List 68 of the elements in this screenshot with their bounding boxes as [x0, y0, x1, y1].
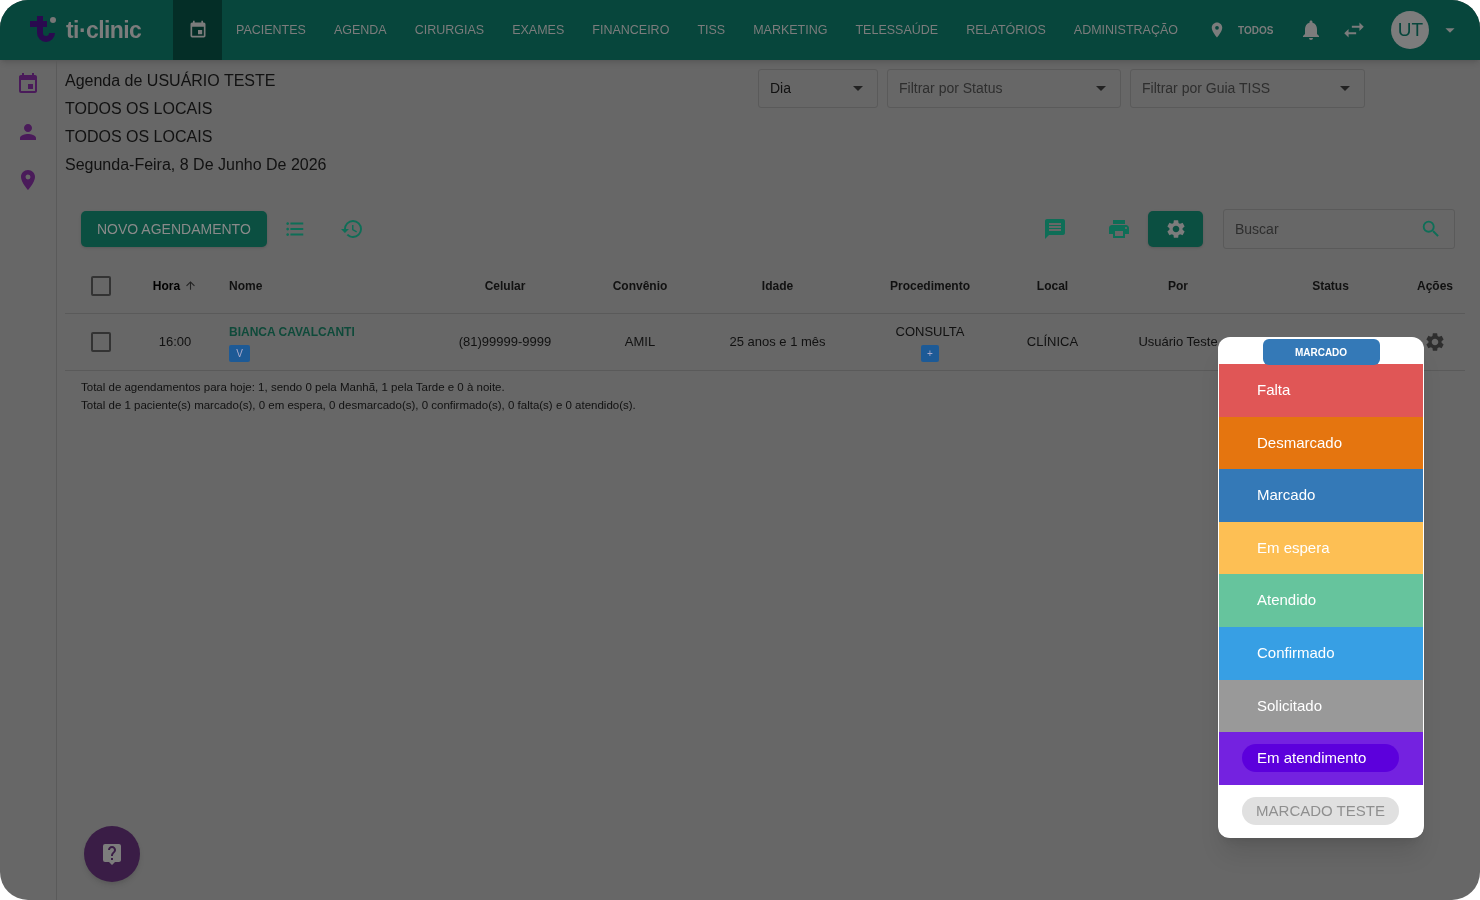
user-avatar[interactable]: UT [1391, 11, 1430, 49]
settings-button[interactable] [1148, 211, 1203, 247]
column-header[interactable]: Procedimento [890, 276, 970, 295]
nav-tab[interactable]: MARKETING [739, 0, 842, 60]
nav-tab[interactable]: EXAMES [498, 0, 579, 60]
column-header[interactable]: Convênio [612, 276, 668, 295]
agenda-info-line: Segunda-Feira, 8 De Junho De 2026 [65, 155, 328, 175]
column-header[interactable]: Status [1312, 276, 1349, 295]
logo-icon [28, 15, 58, 45]
column-header[interactable]: Ações [1417, 276, 1453, 295]
help-button[interactable] [84, 826, 140, 882]
nav-tab[interactable]: CIRURGIAS [400, 0, 499, 60]
agenda-info-line: Agenda de USUÁRIO TESTE [65, 70, 277, 91]
nav-tab[interactable]: AGENDA [319, 0, 401, 60]
summary-text: Total de agendamentos para hoje: 1, sendo 0 pela Manhã, 1 pela Tarde e 0 à noite. [81, 380, 505, 395]
status-option[interactable]: Desmarcado [1219, 416, 1423, 470]
agenda-info-line: TODOS OS LOCAIS [65, 127, 214, 147]
settings-icon[interactable] [1424, 331, 1446, 353]
table-cell-text: CONSULTA [895, 322, 965, 341]
search-icon [1420, 218, 1442, 240]
table-cell-text: 16:00 [158, 333, 192, 352]
agenda-info-line: TODOS OS LOCAIS [65, 99, 214, 119]
status-option[interactable]: Marcado [1219, 469, 1423, 522]
status-option[interactable]: Em atendimento [1219, 732, 1423, 785]
patient-name-link[interactable]: BIANCA CAVALCANTI [229, 322, 355, 341]
filter-select[interactable]: Filtrar por Guia TISS [1130, 69, 1365, 108]
help-icon [100, 842, 124, 866]
status-option[interactable]: Em espera [1219, 521, 1423, 575]
table-cell-text: AMIL [624, 333, 656, 352]
status-option[interactable]: Atendido [1219, 574, 1423, 627]
status-option[interactable]: Confirmado [1219, 626, 1423, 680]
column-header[interactable]: Idade [761, 276, 794, 295]
nav-tab[interactable]: RELATÓRIOS [952, 0, 1060, 60]
caret-icon [1096, 86, 1106, 91]
current-status-badge: MARCADO [1262, 339, 1380, 365]
tag: V [229, 344, 250, 362]
column-header[interactable]: Por [1168, 276, 1188, 295]
location-selector[interactable]: TODOS [1238, 22, 1274, 38]
status-option[interactable]: Solicitado [1219, 679, 1423, 733]
nav-tab[interactable]: FINANCEIRO [578, 0, 684, 60]
table-cell-text: Usuário Teste [1138, 333, 1218, 352]
add-procedure-button[interactable]: + [921, 345, 939, 363]
summary-text: Total de 1 paciente(s) marcado(s), 0 em espera, 0 desmarcado(s), 0 confirmado(s), 0 falta(s) e 0 atendido(s). [81, 398, 636, 413]
status-option[interactable]: Falta [1219, 364, 1423, 417]
filter-select[interactable]: Dia [758, 69, 878, 108]
caret-icon [1340, 86, 1350, 91]
sort-arrow-icon [184, 279, 198, 292]
nav-tab[interactable]: PACIENTES [222, 0, 320, 60]
checkbox[interactable] [91, 275, 111, 296]
filter-select[interactable]: Filtrar por Status [887, 69, 1121, 108]
brand-name: ti·clinic [66, 15, 142, 45]
nav-tab[interactable]: TISS [683, 0, 740, 60]
nav-tab[interactable]: ADMINISTRAÇÃO [1059, 0, 1192, 60]
settings-icon [1164, 218, 1187, 240]
caret-icon [853, 86, 863, 91]
table-cell-text: 25 anos e 1 mês [729, 333, 826, 352]
column-header[interactable]: Celular [484, 276, 526, 295]
checkbox[interactable] [91, 332, 111, 352]
column-header[interactable]: Local [1036, 276, 1069, 295]
nav-tab[interactable]: TELESSAÚDE [841, 0, 953, 60]
table-cell-text: (81)99999-9999 [458, 333, 552, 352]
search-field[interactable]: Buscar [1223, 209, 1455, 249]
column-header[interactable]: Nome [229, 276, 263, 295]
table-cell-text: CLÍNICA [1026, 333, 1079, 352]
calendar-tab[interactable] [173, 0, 222, 60]
calendar-icon[interactable] [16, 72, 40, 96]
column-header[interactable]: Hora [152, 276, 198, 295]
new-appointment-button[interactable]: NOVO AGENDAMENTO [81, 211, 267, 247]
